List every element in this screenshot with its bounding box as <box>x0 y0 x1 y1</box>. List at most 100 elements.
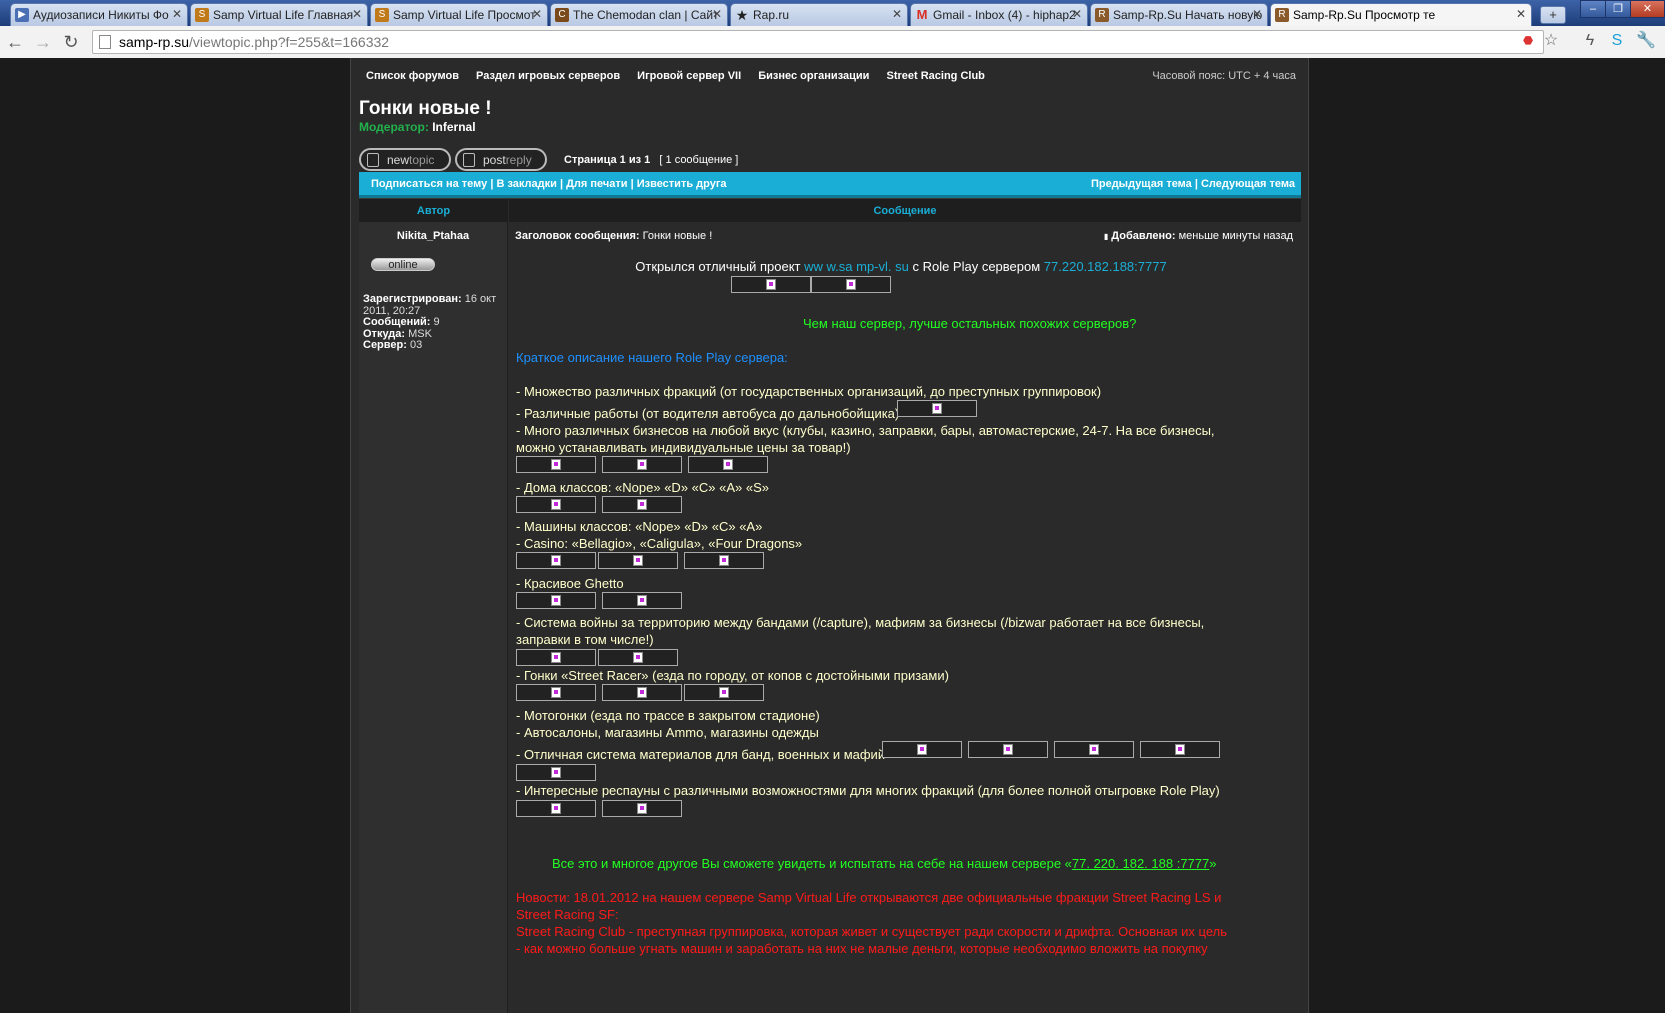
description-heading: Краткое описание нашего Role Play сервер… <box>516 350 788 365</box>
broken-image-icon <box>637 803 647 814</box>
browser-tab[interactable]: ▶ Аудиозаписи Никиты Фо ✕ <box>10 3 188 26</box>
topic-navigation[interactable]: Предыдущая тема | Следующая тема <box>1091 178 1295 190</box>
close-icon[interactable]: ✕ <box>1072 7 1082 21</box>
broken-image <box>516 684 596 701</box>
adblock-icon[interactable]: ⬣ <box>1518 31 1538 51</box>
topic-action-bar: Подписаться на тему | В закладки | Для п… <box>359 172 1301 198</box>
topic-title[interactable]: Гонки новые ! <box>359 98 492 120</box>
samp-rp-icon: R <box>1095 8 1109 22</box>
broken-image-icon <box>932 403 942 414</box>
browser-tab[interactable]: C The Chemodan clan | Сайт ✕ <box>550 3 728 26</box>
moderator-name[interactable]: Infernal <box>432 120 475 134</box>
browser-tab[interactable]: S Samp Virtual Life Главная ✕ <box>190 3 368 26</box>
close-icon[interactable]: ✕ <box>1516 7 1526 21</box>
broken-image <box>602 456 682 473</box>
news-line: Street Racing SF: <box>516 907 619 922</box>
close-icon[interactable]: ✕ <box>892 7 902 21</box>
broken-image-icon <box>719 687 729 698</box>
feature-item: - Casino: «Bellagio», «Caligula», «Four … <box>516 536 803 551</box>
broken-image-icon <box>637 595 647 606</box>
feature-item: - Машины классов: «Nope» «D» «C» «A» <box>516 519 763 534</box>
feature-item: - Различные работы (от водителя автобуса… <box>516 406 900 421</box>
broken-image <box>516 496 596 513</box>
broken-image <box>731 276 811 293</box>
broken-image-icon <box>551 803 561 814</box>
forward-icon[interactable]: → <box>32 31 54 53</box>
broken-image-icon <box>1089 744 1099 755</box>
feature-item: - Отличная система материалов для банд, … <box>516 747 886 762</box>
post-icon: ▮ <box>1103 232 1109 241</box>
broken-image <box>897 400 977 417</box>
post-subject: Заголовок сообщения: Гонки новые ! <box>515 230 713 242</box>
samp-icon: S <box>195 8 209 22</box>
server-ip-link[interactable]: 77. 220. 182. 188 :7777 <box>1072 856 1209 871</box>
broken-image <box>602 592 682 609</box>
broken-image-icon <box>1003 744 1013 755</box>
post-reply-button[interactable]: postreply <box>455 148 547 171</box>
breadcrumb-item[interactable]: Street Racing Club <box>886 70 984 82</box>
outro-text: Все это и многое другое Вы сможете увиде… <box>552 856 1217 871</box>
browser-tab[interactable]: ★ Rap.ru ✕ <box>730 3 908 26</box>
minimize-button[interactable]: – <box>1580 0 1606 18</box>
browser-tab[interactable]: M Gmail - Inbox (4) - hiphap2 ✕ <box>910 3 1088 26</box>
broken-image <box>516 456 596 473</box>
breadcrumb: Список форумов Раздел игровых серверов И… <box>366 70 999 82</box>
window-close-button[interactable]: ✕ <box>1630 0 1665 18</box>
wrench-icon[interactable]: 🔧 <box>1636 31 1656 51</box>
browser-tab-active[interactable]: R Samp-Rp.Su Просмотр те ✕ <box>1270 3 1532 26</box>
feature-item: - Автосалоны, магазины Ammo, магазины од… <box>516 725 819 740</box>
back-icon[interactable]: ← <box>4 31 26 53</box>
gmail-icon: M <box>916 7 928 22</box>
author-panel: Nikita_Ptahaa online Зарегистрирован: 16… <box>359 222 508 1013</box>
author-column-header: Автор <box>359 198 508 222</box>
feature-item: - Интересные респауны с различными возмо… <box>516 783 1220 798</box>
bookmark-star-icon[interactable]: ☆ <box>1541 31 1561 51</box>
address-bar[interactable]: samp-rp.su/viewtopic.php?f=255&t=166332 <box>92 30 1544 54</box>
breadcrumb-item[interactable]: Список форумов <box>366 70 459 82</box>
close-icon[interactable]: ✕ <box>1252 7 1262 21</box>
topic-actions[interactable]: Подписаться на тему | В закладки | Для п… <box>371 178 727 190</box>
broken-image-icon <box>637 459 647 470</box>
feature-item: - Гонки «Street Racer» (езда по городу, … <box>516 668 949 683</box>
breadcrumb-item[interactable]: Раздел игровых серверов <box>476 70 620 82</box>
broken-image-icon <box>551 595 561 606</box>
document-icon <box>463 153 475 167</box>
browser-tab[interactable]: R Samp-Rp.Su Начать новую ✕ <box>1090 3 1268 26</box>
close-icon[interactable]: ✕ <box>532 7 542 21</box>
author-name[interactable]: Nikita_Ptahaa <box>359 230 507 242</box>
pagination-info: Страница 1 из 1 [ 1 сообщение ] <box>564 154 739 166</box>
reload-icon[interactable]: ↻ <box>60 31 82 53</box>
close-icon[interactable]: ✕ <box>712 7 722 21</box>
breadcrumb-item[interactable]: Игровой сервер VII <box>637 70 741 82</box>
maximize-button[interactable]: ❐ <box>1605 0 1631 18</box>
browser-tab[interactable]: S Samp Virtual Life Просмот ✕ <box>370 3 548 26</box>
moderator-label: Модератор: <box>359 120 429 134</box>
post-body: Заголовок сообщения: Гонки новые ! ▮ Доб… <box>509 222 1301 1013</box>
broken-image-icon <box>1175 744 1185 755</box>
post-intro: Открылся отличный проект ww w.sa mp-vl. … <box>635 259 1167 274</box>
skype-icon[interactable]: S <box>1607 31 1627 51</box>
broken-image-icon <box>551 459 561 470</box>
broken-image <box>516 592 596 609</box>
close-icon[interactable]: ✕ <box>172 7 182 21</box>
browser-tabstrip: ▶ Аудиозаписи Никиты Фо ✕ S Samp Virtual Li… <box>0 0 1665 26</box>
extension-bolt-icon[interactable]: ϟ <box>1580 31 1600 51</box>
timezone: Часовой пояс: UTC + 4 часа <box>1152 70 1296 82</box>
page-icon <box>99 35 111 49</box>
post-date: ▮ Добавлено: меньше минуты назад <box>1103 230 1293 242</box>
project-link[interactable]: ww w.sa mp-vl. su <box>804 259 909 274</box>
close-icon[interactable]: ✕ <box>352 7 362 21</box>
feature-item: - Множество различных фракций (от госуда… <box>516 384 1102 399</box>
broken-image <box>516 764 596 781</box>
new-topic-button[interactable]: newtopic <box>359 148 451 171</box>
feature-item: - Мотогонки (езда по трассе в закрытом с… <box>516 708 820 723</box>
feature-item: заправки в том числе!) <box>516 632 654 647</box>
server-ip-link[interactable]: 77.220.182.188:7777 <box>1044 259 1167 274</box>
suitcase-icon: C <box>555 8 569 22</box>
breadcrumb-item[interactable]: Бизнес организации <box>758 70 869 82</box>
broken-image-icon <box>637 687 647 698</box>
broken-image <box>882 741 962 758</box>
author-info: Зарегистрирован: 16 окт 2011, 20:27 Сооб… <box>363 293 497 351</box>
new-tab-button[interactable]: + <box>1540 6 1566 24</box>
broken-image-icon <box>846 279 856 290</box>
